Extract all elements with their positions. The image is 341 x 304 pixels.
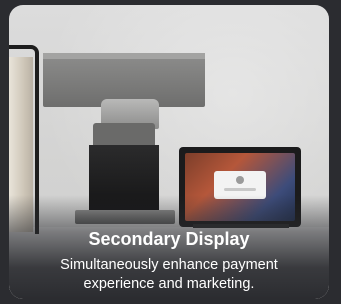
feature-card[interactable]: Secondary Display Simultaneously enhance… <box>9 5 329 299</box>
dialog-text-line <box>224 188 256 191</box>
pos-terminal-screen-edge <box>43 53 205 59</box>
dialog-icon <box>236 176 244 184</box>
card-description: Simultaneously enhance payment experienc… <box>60 257 278 292</box>
card-title: Secondary Display <box>88 229 250 249</box>
